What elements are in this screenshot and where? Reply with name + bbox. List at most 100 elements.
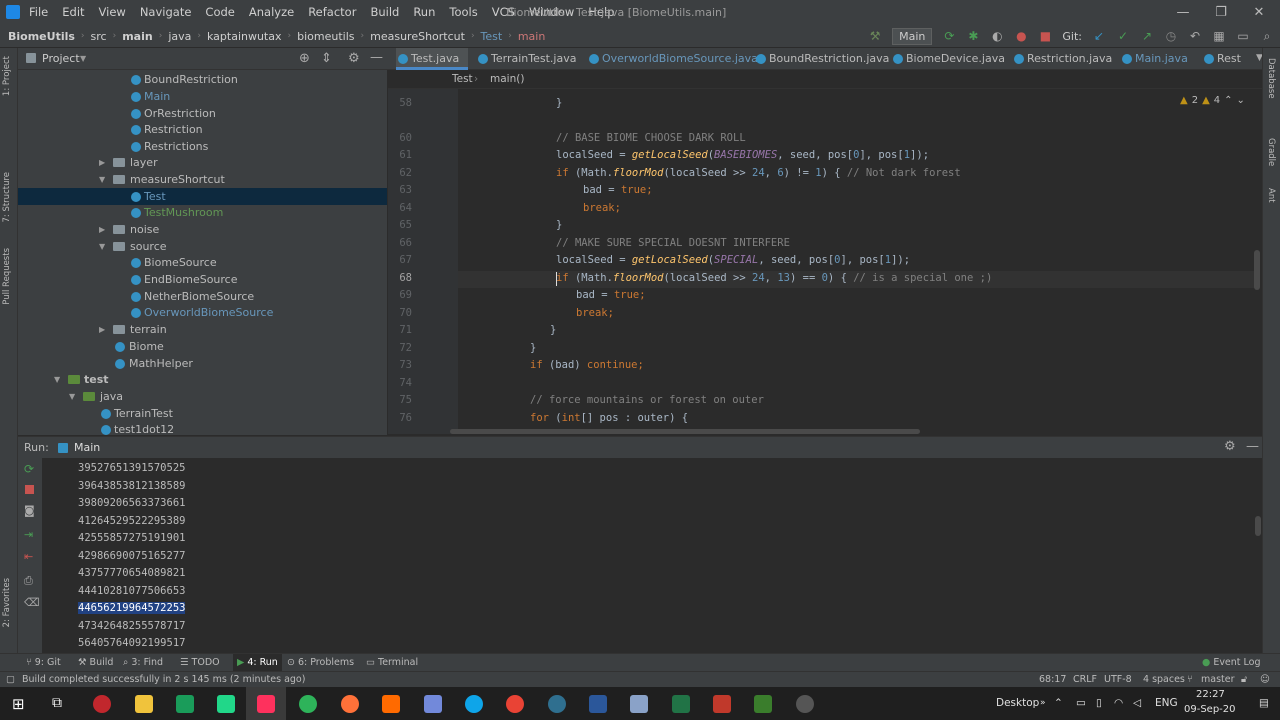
pycharm-icon[interactable] <box>217 695 235 713</box>
vertical-scrollbar[interactable] <box>1254 250 1260 290</box>
git-push-icon[interactable]: ↗ <box>1140 29 1154 43</box>
git-branch[interactable]: master <box>1201 672 1235 687</box>
pull-requests-tool-tab[interactable]: Pull Requests <box>2 248 12 305</box>
tool-tab-run[interactable]: ▶ 4: Run <box>233 654 282 672</box>
exit-icon[interactable]: ⇤ <box>24 550 33 563</box>
tree-item[interactable]: TestMushroom <box>18 204 387 221</box>
task-view-icon[interactable]: ⧉ <box>52 695 62 711</box>
menu-file[interactable]: File <box>22 0 55 25</box>
tree-item[interactable]: ▶ layer <box>18 154 387 171</box>
desktop-toolbar[interactable]: Desktop <box>996 687 1039 720</box>
menu-run[interactable]: Run <box>406 0 442 25</box>
chevron-right-icon[interactable]: ▶ <box>99 221 105 238</box>
breadcrumb-item[interactable]: biomeutils <box>297 30 354 43</box>
horizontal-scrollbar[interactable] <box>450 429 920 434</box>
breadcrumb-item[interactable]: main <box>518 30 545 43</box>
menu-tools[interactable]: Tools <box>442 0 484 25</box>
tab-biomedevice-java[interactable]: BiomeDevice.java <box>891 48 1007 70</box>
git-commit-icon[interactable]: ✓ <box>1116 29 1130 43</box>
ant-tool-tab[interactable]: Ant <box>1266 188 1276 203</box>
chrome-alt-icon[interactable] <box>299 695 317 713</box>
network-icon[interactable]: ▭ <box>1076 687 1086 720</box>
obs-icon[interactable] <box>796 695 814 713</box>
breadcrumb-item[interactable]: java <box>168 30 191 43</box>
breadcrumb-item[interactable]: kaptainwutax <box>207 30 282 43</box>
breadcrumb-method[interactable]: main() <box>490 73 524 85</box>
lock-icon[interactable]: 🔓︎ <box>1241 672 1247 687</box>
tree-item[interactable]: test1dot12 <box>18 421 387 435</box>
app-icon-dark-red[interactable] <box>713 695 731 713</box>
tree-item[interactable]: BiomeSource <box>18 254 387 271</box>
app-icon-red[interactable] <box>93 695 111 713</box>
word-icon[interactable] <box>589 695 607 713</box>
tree-item[interactable]: EndBiomeSource <box>18 271 387 288</box>
tool-tab-todo[interactable]: ☰ TODO <box>180 654 220 672</box>
chevron-down-icon[interactable]: ▼ <box>99 171 105 188</box>
wifi-icon[interactable]: ◠ <box>1114 687 1123 720</box>
chevron-right-icon[interactable]: ▶ <box>99 154 105 171</box>
tree-item[interactable]: MathHelper <box>18 355 387 372</box>
chevron-up-icon[interactable]: ⌃ <box>1224 95 1232 106</box>
tool-tab-find[interactable]: ⌕ 3: Find <box>123 654 163 672</box>
firefox-icon[interactable] <box>341 695 359 713</box>
console-scrollbar[interactable] <box>1255 516 1261 536</box>
gear-icon[interactable]: ⚙ <box>348 51 360 66</box>
excel-icon[interactable] <box>672 695 690 713</box>
tree-item[interactable]: Biome <box>18 338 387 355</box>
chevron-down-icon[interactable]: ▼ <box>69 388 75 405</box>
tree-item[interactable]: Restrictions <box>18 138 387 155</box>
minimize-button[interactable]: — <box>1164 0 1202 25</box>
gradle-tool-tab[interactable]: Gradle <box>1266 138 1276 166</box>
export-icon[interactable]: ⇥ <box>24 528 33 541</box>
tree-item[interactable]: ▶ noise <box>18 221 387 238</box>
tool-tab-event-log[interactable]: ● Event Log <box>1202 654 1261 672</box>
discord-icon[interactable] <box>424 695 442 713</box>
intellij-icon[interactable] <box>257 695 275 713</box>
battery-icon[interactable]: ▯ <box>1096 687 1102 720</box>
git-update-icon[interactable]: ↙ <box>1092 29 1106 43</box>
maximize-button[interactable]: ❐ <box>1202 0 1240 25</box>
file-encoding[interactable]: UTF-8 <box>1104 672 1132 687</box>
chevron-right-icon[interactable]: ▶ <box>99 321 105 338</box>
project-structure-icon[interactable]: ▦ <box>1212 29 1226 43</box>
tab-run-main[interactable]: Main <box>74 437 100 459</box>
tree-item[interactable]: BoundRestriction <box>18 71 387 88</box>
clock-time[interactable]: 22:27 <box>1196 689 1225 700</box>
stop-icon[interactable]: ■ <box>1038 29 1052 43</box>
tree-item[interactable]: ▼ java <box>18 388 387 405</box>
breadcrumb-class[interactable]: Test <box>452 73 473 85</box>
tool-tab-terminal[interactable]: ▭ Terminal <box>366 654 418 672</box>
run-config-select[interactable]: Main <box>892 27 933 45</box>
menu-view[interactable]: View <box>92 0 133 25</box>
close-window-button[interactable]: ✕ <box>1240 0 1278 25</box>
tab-restriction-java[interactable]: Restriction.java <box>1012 48 1116 70</box>
collapse-all-icon[interactable]: ⇕ <box>321 51 332 66</box>
rerun-icon[interactable]: ⟳ <box>24 462 34 476</box>
gear-icon[interactable]: ⚙ <box>1224 439 1236 454</box>
tab-rest[interactable]: Rest <box>1202 48 1246 70</box>
chevron-down-icon[interactable]: ▼ <box>80 48 86 70</box>
language-indicator[interactable]: ENG <box>1155 687 1178 720</box>
inspection-widget[interactable]: ▲ 2 ▲ 4 ⌃ ⌄ <box>1180 93 1245 107</box>
stop-icon[interactable] <box>25 485 34 494</box>
tree-item-selected[interactable]: Test <box>18 188 387 205</box>
tree-item[interactable]: ▶ terrain <box>18 321 387 338</box>
status-message[interactable]: Build completed successfully in 2 s 145 … <box>22 672 305 687</box>
chevron-down-icon[interactable]: ▼ <box>99 238 105 255</box>
chevron-up-icon[interactable]: ⌃ <box>1054 687 1063 720</box>
code-editor[interactable]: } // BASE BIOME CHOOSE DARK ROLL localSe… <box>458 89 1258 434</box>
inspector-icon[interactable]: ☺ <box>1260 672 1270 687</box>
menu-build[interactable]: Build <box>363 0 406 25</box>
layout-icon[interactable]: ▭ <box>1236 29 1250 43</box>
app-icon-blue[interactable] <box>465 695 483 713</box>
tab-boundrestriction-java[interactable]: BoundRestriction.java <box>754 48 889 70</box>
breadcrumb-item[interactable]: BiomeUtils <box>8 30 75 43</box>
chevron-down-icon[interactable]: ⌄ <box>1237 95 1245 106</box>
chevron-down-icon[interactable]: ▼ <box>54 371 60 388</box>
print-icon[interactable]: ⎙ <box>24 574 33 588</box>
search-icon[interactable]: ⌕ <box>1260 29 1274 43</box>
app-icon-orange[interactable] <box>382 695 400 713</box>
database-tool-tab[interactable]: Database <box>1266 58 1276 99</box>
breadcrumb-item[interactable]: measureShortcut <box>370 30 465 43</box>
project-view-select[interactable]: Project <box>42 48 80 70</box>
